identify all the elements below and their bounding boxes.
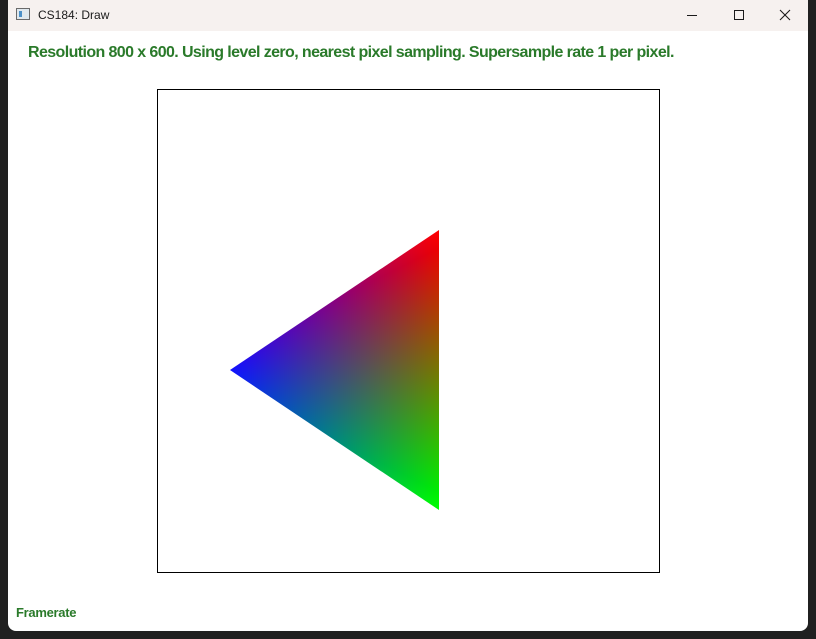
maximize-button[interactable] <box>716 0 762 31</box>
minimize-button[interactable] <box>669 0 715 31</box>
minimize-icon <box>687 15 697 16</box>
maximize-icon <box>734 10 744 20</box>
title-bar[interactable]: CS184: Draw <box>8 0 808 31</box>
triangle-scene <box>230 230 439 510</box>
close-icon <box>779 9 791 21</box>
close-button[interactable] <box>762 0 808 31</box>
render-canvas[interactable] <box>157 89 660 573</box>
rgb-triangle <box>230 230 439 510</box>
app-window: CS184: Draw Resolution 800 x 600. Using … <box>8 0 808 631</box>
framerate-label: Framerate <box>16 605 77 620</box>
render-status-text: Resolution 800 x 600. Using level zero, … <box>28 44 674 61</box>
app-window-icon <box>16 8 30 20</box>
window-title: CS184: Draw <box>38 8 110 22</box>
